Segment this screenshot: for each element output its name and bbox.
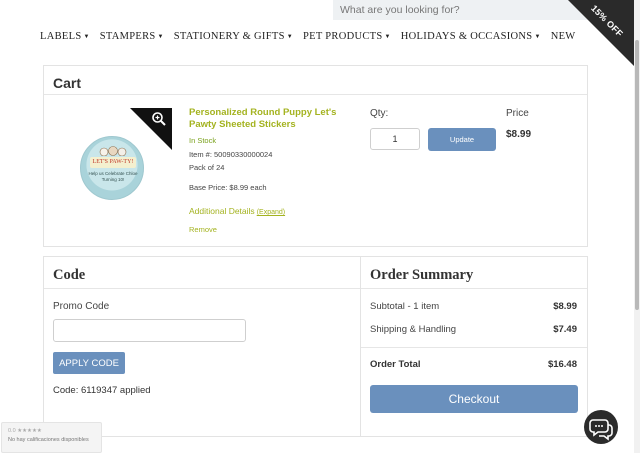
subtotal-row: Subtotal - 1 item $8.99 bbox=[370, 301, 577, 312]
promo-code-input[interactable] bbox=[53, 319, 246, 342]
additional-details: Additional Details (Expand) bbox=[189, 206, 285, 216]
nav-label: LABELS bbox=[40, 31, 82, 42]
star-icons: ★★★★★ bbox=[17, 428, 42, 434]
chat-bubbles-icon bbox=[589, 419, 613, 441]
applied-code-text: Code: 6119347 applied bbox=[53, 385, 151, 396]
expand-details-link[interactable]: (Expand) bbox=[257, 209, 285, 216]
rating-stars: 0.0 ★★★★★ bbox=[8, 428, 42, 434]
checkout-button[interactable]: Checkout bbox=[370, 385, 578, 413]
caret-down-icon: ▼ bbox=[534, 33, 541, 40]
stock-status: In Stock bbox=[189, 136, 217, 145]
product-thumbnail[interactable]: LET'S PAW-TY! Help us Celebrate Chloe Tu… bbox=[80, 108, 172, 220]
cart-title: Cart bbox=[53, 75, 82, 91]
nav-item-pet-products[interactable]: PET PRODUCTS ▼ bbox=[303, 31, 391, 42]
rating-value: 0.0 bbox=[8, 428, 16, 434]
order-total-label: Order Total bbox=[370, 359, 421, 370]
subtotal-label: Subtotal - 1 item bbox=[370, 301, 440, 312]
sticker-subtext: Help us Celebrate Chloe Turning 10! bbox=[88, 171, 138, 182]
caret-down-icon: ▼ bbox=[83, 33, 90, 40]
price-label: Price bbox=[506, 108, 529, 119]
subtotal-value: $8.99 bbox=[553, 301, 577, 312]
nav-label: STATIONERY & GIFTS bbox=[173, 31, 285, 42]
order-summary-title: Order Summary bbox=[370, 267, 474, 283]
order-total-row: Order Total $16.48 bbox=[370, 359, 577, 370]
caret-down-icon: ▼ bbox=[384, 33, 391, 40]
puppy-faces-icon bbox=[99, 146, 127, 156]
order-summary-panel: Order Summary Subtotal - 1 item $8.99 Sh… bbox=[360, 256, 588, 437]
order-total-value: $16.48 bbox=[547, 359, 577, 370]
summary-divider bbox=[361, 347, 587, 348]
nav-label: NEW bbox=[550, 31, 576, 42]
promo-code-label: Promo Code bbox=[53, 301, 110, 312]
item-number: Item #: 50090330000024 bbox=[189, 150, 273, 159]
nav-item-labels[interactable]: LABELS ▼ bbox=[40, 31, 90, 42]
product-image: LET'S PAW-TY! Help us Celebrate Chloe Tu… bbox=[80, 136, 144, 200]
summary-divider bbox=[361, 288, 587, 289]
scrollbar-thumb[interactable] bbox=[635, 40, 639, 310]
shipping-value: $7.49 bbox=[553, 324, 577, 335]
caret-down-icon: ▼ bbox=[286, 33, 293, 40]
nav-item-holidays-occasions[interactable]: HOLIDAYS & OCCASIONS ▼ bbox=[401, 31, 541, 42]
sticker-banner: LET'S PAW-TY! bbox=[90, 157, 136, 168]
code-divider bbox=[44, 288, 360, 289]
review-widget[interactable]: 0.0 ★★★★★ No hay calificaciones disponib… bbox=[1, 422, 102, 453]
main-nav: LABELS ▼ STAMPERS ▼ STATIONERY & GIFTS ▼ PE… bbox=[40, 31, 586, 42]
product-name-link[interactable]: Personalized Round Puppy Let's Pawty She… bbox=[189, 107, 339, 131]
chat-button[interactable] bbox=[584, 410, 618, 444]
cart-panel: Cart LET'S PAW-TY! Help us Celebrate Chl… bbox=[43, 65, 588, 247]
nav-item-stationery-gifts[interactable]: STATIONERY & GIFTS ▼ bbox=[174, 31, 293, 42]
base-price: Base Price: $8.99 each bbox=[189, 183, 267, 192]
item-price: $8.99 bbox=[506, 129, 532, 140]
additional-details-label: Additional Details bbox=[189, 206, 255, 216]
update-button[interactable]: Update bbox=[428, 128, 496, 151]
magnifier-plus-icon[interactable] bbox=[151, 111, 167, 127]
promo-code-panel: Code Promo Code APPLY CODE Code: 6119347… bbox=[43, 256, 361, 437]
nav-item-new[interactable]: NEW bbox=[551, 31, 576, 42]
page-scrollbar[interactable] bbox=[634, 0, 640, 453]
nav-item-stampers[interactable]: STAMPERS ▼ bbox=[100, 31, 164, 42]
remove-item-link[interactable]: Remove bbox=[189, 225, 217, 234]
quantity-input[interactable] bbox=[370, 128, 420, 150]
qty-label: Qty: bbox=[370, 108, 389, 119]
nav-label: PET PRODUCTS bbox=[302, 31, 383, 42]
pack-size: Pack of 24 bbox=[189, 163, 225, 172]
code-title: Code bbox=[53, 267, 86, 283]
cart-divider bbox=[44, 94, 587, 95]
nav-label: STAMPERS bbox=[99, 31, 156, 42]
nav-label: HOLIDAYS & OCCASIONS bbox=[400, 31, 533, 42]
review-widget-text: No hay calificaciones disponibles bbox=[8, 437, 89, 443]
shipping-row: Shipping & Handling $7.49 bbox=[370, 324, 577, 335]
caret-down-icon: ▼ bbox=[157, 33, 164, 40]
apply-code-button[interactable]: APPLY CODE bbox=[53, 352, 125, 374]
shipping-label: Shipping & Handling bbox=[370, 324, 457, 335]
